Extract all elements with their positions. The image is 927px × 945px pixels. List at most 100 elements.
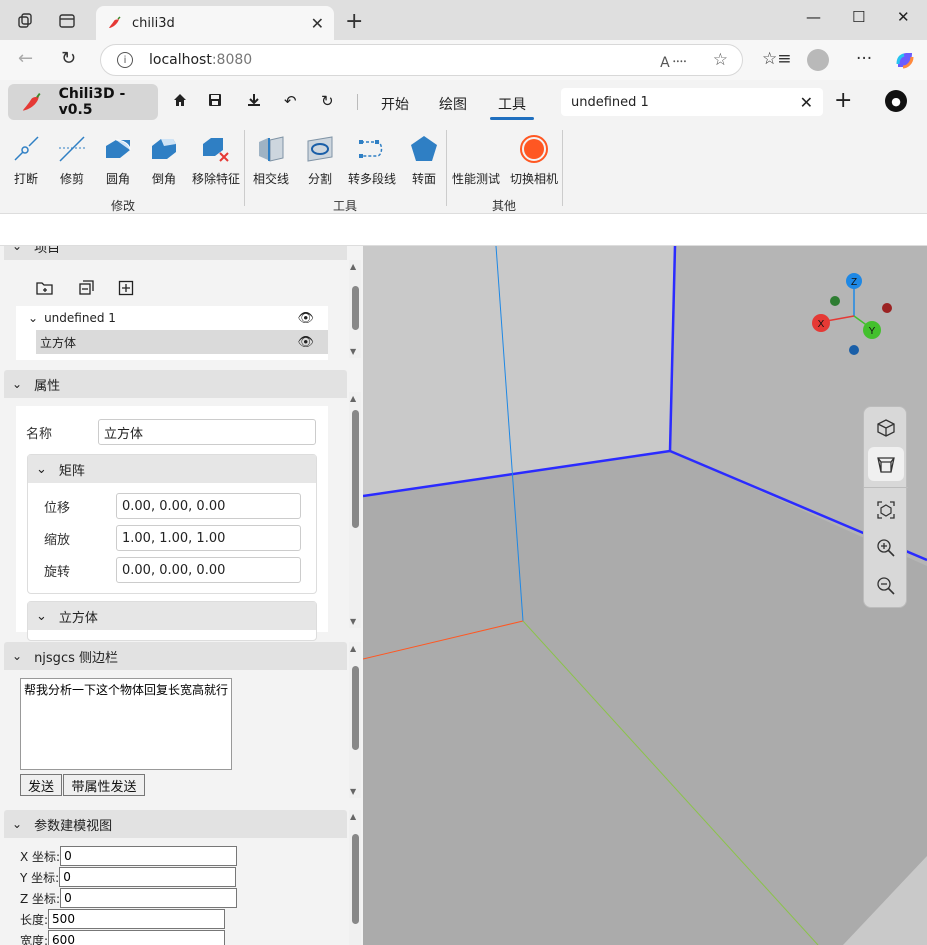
translate-input[interactable]: 0.00, 0.00, 0.00 xyxy=(116,493,301,519)
visibility-eye-icon[interactable]: 👁 xyxy=(297,311,314,326)
tab-tools[interactable]: 工具 xyxy=(490,94,534,120)
break-button[interactable]: 打断 xyxy=(2,134,50,187)
send-button[interactable]: 发送 xyxy=(20,774,62,796)
param-z-input[interactable] xyxy=(60,888,238,908)
new-folder-icon[interactable] xyxy=(36,280,54,300)
back-button[interactable]: ← xyxy=(18,48,33,69)
site-info-icon[interactable]: i xyxy=(117,52,133,68)
param-view-header[interactable]: ⌄ 参数建模视图 xyxy=(4,810,347,838)
perspective-cube-icon[interactable] xyxy=(868,447,904,481)
favorites-icon[interactable]: ☆≡ xyxy=(762,49,791,69)
reload-button[interactable]: ↻ xyxy=(61,48,76,69)
gizmo-neg-y-handle[interactable] xyxy=(830,296,840,306)
minimize-button[interactable]: — xyxy=(806,8,821,26)
chat-sidebar-header[interactable]: ⌄ njsgcs 侧边栏 xyxy=(4,642,347,670)
param-length-row: 长度: xyxy=(20,909,226,929)
chevron-down-icon: ⌄ xyxy=(36,608,47,624)
to-face-button[interactable]: 转面 xyxy=(400,134,448,187)
tab-start[interactable]: 开始 xyxy=(381,94,409,114)
chevron-down-icon[interactable]: ⌄ xyxy=(28,311,38,325)
new-tab-button[interactable]: + xyxy=(345,9,363,34)
gizmo-neg-x-handle[interactable] xyxy=(882,303,892,313)
redo-icon[interactable]: ↻ xyxy=(321,92,334,110)
tab-close-icon[interactable]: ✕ xyxy=(311,14,324,33)
scroll-down-arrow[interactable]: ▼ xyxy=(350,787,356,796)
scroll-up-arrow[interactable]: ▲ xyxy=(350,644,356,653)
name-input[interactable]: 立方体 xyxy=(98,419,316,445)
download-icon[interactable] xyxy=(246,92,262,112)
vertical-tabs-icon[interactable] xyxy=(56,10,78,32)
to-polyline-button[interactable]: 转多段线 xyxy=(348,134,396,187)
add-item-icon[interactable] xyxy=(118,280,134,300)
ribbon: 打断 修剪 圆角 倒角 移除特征 修改 相交线 分割 转多段线 转面 工具 性能… xyxy=(0,124,927,214)
rotate-input[interactable]: 0.00, 0.00, 0.00 xyxy=(116,557,301,583)
maximize-button[interactable]: ☐ xyxy=(852,8,865,26)
send-with-props-button[interactable]: 带属性发送 xyxy=(63,774,145,796)
scroll-down-arrow[interactable]: ▼ xyxy=(350,347,356,356)
chat-scrollbar[interactable]: ▲ ▼ xyxy=(349,642,361,798)
browser-tab-active[interactable]: chili3d ✕ xyxy=(96,6,334,40)
tree-node-cube[interactable]: 立方体 👁 xyxy=(36,330,328,354)
3d-viewport[interactable]: Z X Y xyxy=(363,246,927,945)
scroll-down-arrow[interactable]: ▼ xyxy=(350,617,356,626)
properties-panel-title: 属性 xyxy=(34,378,61,394)
favorite-star-icon[interactable]: ☆ xyxy=(713,50,728,70)
chamfer-button[interactable]: 倒角 xyxy=(140,134,188,187)
new-document-button[interactable]: + xyxy=(834,88,852,113)
group-label-modify: 修改 xyxy=(111,199,136,213)
cube-section-header[interactable]: ⌄ 立方体 xyxy=(28,602,316,630)
properties-panel-header[interactable]: ⌄ 属性 xyxy=(4,370,347,398)
copilot-icon[interactable] xyxy=(894,49,916,76)
scrollbar-thumb[interactable] xyxy=(352,666,359,750)
scrollbar-thumb[interactable] xyxy=(352,410,359,528)
scroll-up-arrow[interactable]: ▲ xyxy=(350,812,356,821)
param-width-label: 宽度: xyxy=(20,933,49,945)
workspaces-icon[interactable] xyxy=(14,10,36,32)
properties-scrollbar[interactable]: ▲ ▼ xyxy=(349,392,361,628)
remove-feature-button[interactable]: 移除特征 xyxy=(192,134,240,187)
trim-button[interactable]: 修剪 xyxy=(48,134,96,187)
split-button[interactable]: 分割 xyxy=(296,134,344,187)
properties-body: 名称 立方体 ⌄ 矩阵 位移 0.00, 0.00, 0.00 缩放 1.00, … xyxy=(16,406,328,641)
read-aloud-icon[interactable]: A᠁ xyxy=(660,48,686,72)
param-scrollbar[interactable]: ▲ xyxy=(349,810,361,945)
param-y-input[interactable] xyxy=(59,867,237,887)
to-face-icon xyxy=(411,136,437,161)
intersection-button[interactable]: 相交线 xyxy=(247,134,295,187)
fillet-button[interactable]: 圆角 xyxy=(94,134,142,187)
document-tab[interactable]: undefined 1 ✕ xyxy=(561,88,823,116)
3d-view-cube-icon[interactable] xyxy=(868,411,904,445)
param-length-input[interactable] xyxy=(48,909,226,929)
zoom-in-icon[interactable] xyxy=(868,531,904,565)
scrollbar-thumb[interactable] xyxy=(352,286,359,330)
project-panel-header[interactable]: ⌄ 项目 xyxy=(4,246,347,260)
chamfer-label: 倒角 xyxy=(151,172,176,186)
undo-icon[interactable]: ↶ xyxy=(284,92,297,110)
fit-all-icon[interactable] xyxy=(868,493,904,527)
address-bar[interactable]: i localhost:8080 A᠁ ☆ xyxy=(100,44,743,76)
collapse-all-icon[interactable] xyxy=(78,280,94,300)
more-menu-icon[interactable]: ··· xyxy=(856,49,872,69)
save-icon[interactable] xyxy=(207,92,223,112)
matrix-section-header[interactable]: ⌄ 矩阵 xyxy=(28,455,316,483)
scale-input[interactable]: 1.00, 1.00, 1.00 xyxy=(116,525,301,551)
zoom-out-icon[interactable] xyxy=(868,569,904,603)
profile-button[interactable] xyxy=(807,49,829,71)
scroll-up-arrow[interactable]: ▲ xyxy=(350,262,356,271)
github-icon[interactable]: ● xyxy=(885,90,907,112)
window-close-button[interactable]: ✕ xyxy=(897,8,910,26)
perf-test-button[interactable]: 性能测试 xyxy=(449,134,503,187)
tab-draw[interactable]: 绘图 xyxy=(439,94,467,114)
visibility-eye-icon[interactable]: 👁 xyxy=(297,335,314,350)
switch-camera-button[interactable]: 切换相机 xyxy=(508,134,560,187)
param-x-input[interactable] xyxy=(60,846,238,866)
scroll-up-arrow[interactable]: ▲ xyxy=(350,394,356,403)
param-width-input[interactable] xyxy=(48,930,226,945)
chat-message-input[interactable]: 帮我分析一下这个物体回复长宽高就行 xyxy=(20,678,232,770)
home-icon[interactable] xyxy=(172,92,188,112)
gizmo-neg-z-handle[interactable] xyxy=(849,345,859,355)
document-close-icon[interactable]: ✕ xyxy=(800,93,813,112)
tree-node-document[interactable]: ⌄ undefined 1 👁 xyxy=(16,306,328,330)
project-scrollbar[interactable]: ▲ ▼ xyxy=(349,260,361,358)
scrollbar-thumb[interactable] xyxy=(352,834,359,924)
